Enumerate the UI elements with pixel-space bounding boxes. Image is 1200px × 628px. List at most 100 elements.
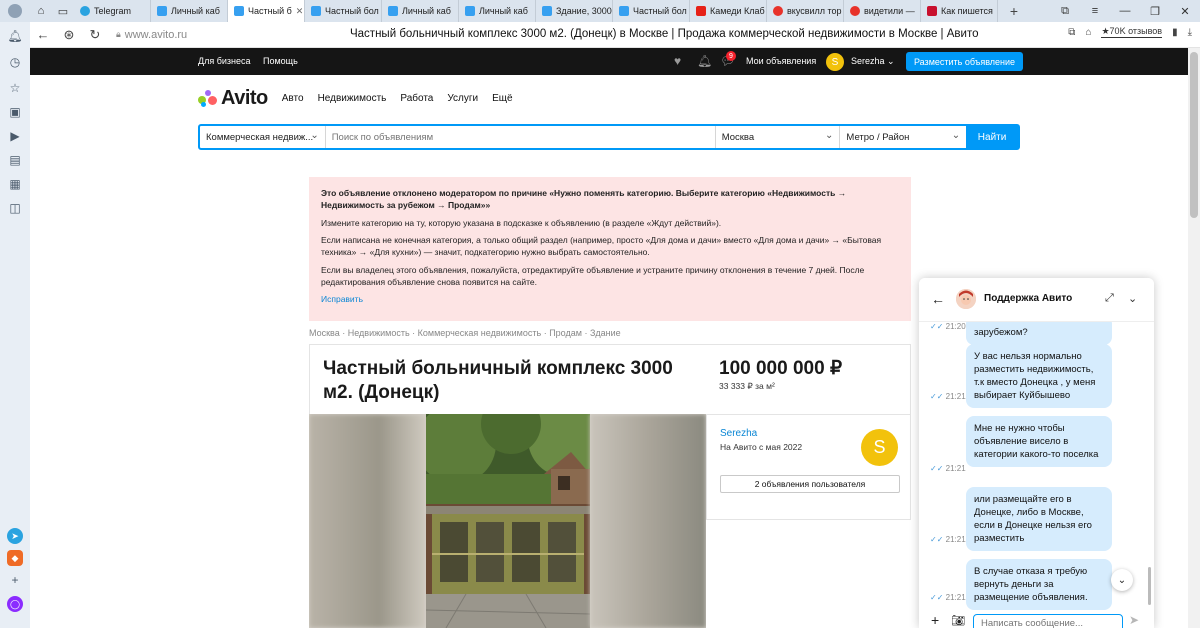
calendar-icon[interactable]: ▦ xyxy=(7,176,23,192)
username-menu[interactable]: Serezha ⌄ xyxy=(851,56,895,67)
home-tab[interactable]: ⌂ xyxy=(30,0,52,22)
scroll-down-chevron-icon[interactable]: ⌄ xyxy=(1111,569,1133,591)
back-arrow-icon[interactable]: ← xyxy=(931,291,945,307)
seller-card: Serezha На Авито с мая 2022 S 2 объявлен… xyxy=(706,414,911,520)
telegram-icon[interactable]: ➤ xyxy=(7,528,23,544)
new-tab-button[interactable]: + xyxy=(1004,1,1024,21)
fix-link[interactable]: Исправить xyxy=(321,293,899,305)
category-more[interactable]: Ещё xyxy=(492,93,512,104)
browser-tab[interactable]: Личный каб xyxy=(459,0,536,22)
help-link[interactable]: Помощь xyxy=(263,56,298,66)
breadcrumb-item[interactable]: Здание xyxy=(590,328,621,338)
reviews-link[interactable]: ★70K отзывов xyxy=(1101,26,1163,38)
find-button[interactable]: Найти xyxy=(966,126,1018,148)
browser-tab[interactable]: Личный каб xyxy=(151,0,228,22)
message-input[interactable] xyxy=(973,614,1123,628)
seller-name[interactable]: Serezha xyxy=(720,428,757,439)
notes-icon[interactable]: ▤ xyxy=(7,152,23,168)
bookmark-icon[interactable]: ⧉ xyxy=(1050,0,1080,22)
category-auto[interactable]: Авто xyxy=(282,93,304,104)
support-avatar xyxy=(956,289,976,309)
add-panel-icon[interactable]: + xyxy=(7,572,23,588)
avito-icon xyxy=(234,6,244,16)
page-scrollbar[interactable] xyxy=(1188,48,1200,628)
city-select[interactable]: Москва ⌄ xyxy=(716,126,841,148)
browser-tab[interactable]: вкусвилл тор xyxy=(767,0,844,22)
share-icon[interactable]: ⌂ xyxy=(1085,27,1091,38)
photo-gallery[interactable] xyxy=(309,414,706,628)
alice-icon[interactable]: ◯ xyxy=(7,596,23,612)
camera-icon[interactable]: 📷︎ xyxy=(951,614,965,627)
ad-price: 100 000 000 ₽ xyxy=(719,358,843,379)
expand-icon[interactable]: ⤢ xyxy=(1105,292,1114,305)
yandex-key-icon[interactable]: ⊛ xyxy=(56,27,82,43)
browser-tab[interactable]: Частный бол xyxy=(613,0,690,22)
bell-icon[interactable]: 🔔︎ xyxy=(7,28,23,44)
search-bar: Коммерческая недвиж... ⌄ Москва ⌄ Метро … xyxy=(198,124,1020,150)
menu-icon[interactable]: ≡ xyxy=(1080,0,1110,22)
reload-icon[interactable]: ↻ xyxy=(82,27,108,43)
bookmark-page-icon[interactable]: ▮ xyxy=(1172,27,1178,38)
browser-avatar-icon[interactable] xyxy=(0,0,30,22)
breadcrumb-item[interactable]: Недвижимость xyxy=(348,328,410,338)
site-icon xyxy=(927,6,937,16)
browser-tab[interactable]: Личный каб xyxy=(382,0,459,22)
star-icon[interactable]: ☆ xyxy=(7,80,23,96)
attach-plus-icon[interactable]: + xyxy=(931,612,939,628)
collections-icon[interactable]: ▣ xyxy=(7,104,23,120)
rejection-alert: Это объявление отклонено модератором по … xyxy=(309,177,911,321)
chat-message: У вас нельзя нормально разместить недвиж… xyxy=(966,344,1112,409)
stacks-icon[interactable]: ◆ xyxy=(7,550,23,566)
for-business-link[interactable]: Для бизнеса xyxy=(198,56,251,66)
my-ads-link[interactable]: Мои объявления xyxy=(746,56,816,66)
search-input[interactable] xyxy=(331,131,709,143)
browser-tab[interactable]: Здание, 3000 xyxy=(536,0,613,22)
browser-tab-active[interactable]: Частный б ✕ xyxy=(228,0,305,22)
browser-tab[interactable]: Камеди Клаб xyxy=(690,0,767,22)
ad-photo[interactable] xyxy=(426,414,590,628)
seller-ads-button[interactable]: 2 объявления пользователя xyxy=(720,475,900,493)
address-actions: ⧉ ⌂ ★70K отзывов ▮ ⤓ xyxy=(1068,26,1192,38)
scrollbar-thumb[interactable] xyxy=(1190,52,1198,218)
breadcrumb-item[interactable]: Продам xyxy=(549,328,582,338)
history-icon[interactable]: ◷ xyxy=(7,54,23,70)
gallery-next-image[interactable] xyxy=(590,414,706,628)
screenshot-icon[interactable]: ◫ xyxy=(7,200,23,216)
breadcrumb-item[interactable]: Коммерческая недвижимость xyxy=(418,328,542,338)
url-field[interactable]: 🔒︎ www.avito.ru xyxy=(116,29,187,41)
avito-logo-text[interactable]: Avito xyxy=(221,87,268,110)
favorites-heart-icon[interactable]: ♥ xyxy=(674,54,681,68)
category-jobs[interactable]: Работа xyxy=(400,93,433,104)
seller-avatar[interactable]: S xyxy=(861,429,898,466)
collapse-chevron-icon[interactable]: ⌄ xyxy=(1128,292,1137,305)
download-icon[interactable]: ⤓ xyxy=(1188,27,1192,38)
back-icon[interactable]: ← xyxy=(30,27,56,42)
category-select[interactable]: Коммерческая недвиж... ⌄ xyxy=(200,126,326,148)
translate-icon[interactable]: ⧉ xyxy=(1068,27,1075,38)
tabs-panel-icon[interactable]: ▭ xyxy=(52,0,74,22)
notifications-bell-icon[interactable]: 🔔︎ xyxy=(697,54,712,68)
messages-badge: 9 xyxy=(726,51,736,61)
message-time: ✓✓ 21:21 xyxy=(930,535,966,544)
browser-tab[interactable]: Telegram xyxy=(74,0,151,22)
avito-icon xyxy=(157,6,167,16)
chat-scrollbar[interactable] xyxy=(1148,567,1151,605)
close-window-icon[interactable]: ✕ xyxy=(1170,0,1200,22)
place-ad-button[interactable]: Разместить объявление xyxy=(906,52,1023,71)
play-icon[interactable]: ▶ xyxy=(7,128,23,144)
message-time: ✓✓ 21:21 xyxy=(930,593,966,602)
browser-tab[interactable]: видетили — xyxy=(844,0,921,22)
category-realty[interactable]: Недвижимость xyxy=(318,93,387,104)
user-avatar[interactable]: S xyxy=(826,53,844,71)
maximize-icon[interactable]: ❐ xyxy=(1140,0,1170,22)
close-tab-icon[interactable]: ✕ xyxy=(296,6,304,17)
breadcrumb-item[interactable]: Москва xyxy=(309,328,340,338)
avito-logo-icon[interactable] xyxy=(198,88,218,108)
send-icon[interactable]: ➤ xyxy=(1129,613,1139,627)
browser-tab[interactable]: Частный бол xyxy=(305,0,382,22)
minimize-icon[interactable]: — xyxy=(1110,0,1140,22)
category-services[interactable]: Услуги xyxy=(447,93,478,104)
gallery-prev-image[interactable] xyxy=(309,414,426,628)
metro-select[interactable]: Метро / Район ⌄ xyxy=(840,126,966,148)
browser-tab[interactable]: Как пишется xyxy=(921,0,998,22)
